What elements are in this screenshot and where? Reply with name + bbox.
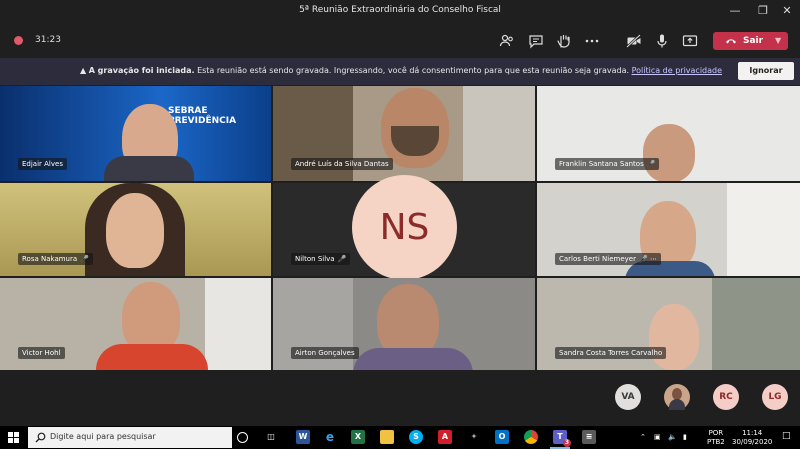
participant-video xyxy=(106,193,164,268)
language-indicator[interactable]: POR PTB2 xyxy=(707,429,725,447)
close-icon[interactable]: ✕ xyxy=(779,3,795,19)
more-icon[interactable]: ⋯ xyxy=(650,255,657,263)
maximize-icon[interactable]: ❐ xyxy=(755,3,771,19)
participant-name-label: Franklin Santana Santos 🎤 xyxy=(555,158,660,170)
more-icon[interactable] xyxy=(582,31,602,51)
minimize-icon[interactable]: — xyxy=(727,3,743,19)
participant-avatar[interactable]: LG xyxy=(762,384,788,410)
participant-video xyxy=(377,284,439,358)
microphone-icon: 🎤 xyxy=(639,255,648,263)
sharepoint-icon[interactable]: ✦ xyxy=(467,430,481,444)
share-icon[interactable] xyxy=(680,31,700,51)
participant-avatar[interactable]: RC xyxy=(713,384,739,410)
participant-tile[interactable]: Rosa Nakamura 🎤 xyxy=(0,183,271,276)
clock-time: 11:14 xyxy=(742,429,763,437)
participant-name-label: André Luís da Silva Dantas xyxy=(291,158,393,170)
tray-chevron-icon[interactable]: ⌃ xyxy=(640,433,646,442)
participant-tile[interactable]: Airton Gonçalves xyxy=(273,278,535,370)
participant-tile[interactable]: André Luís da Silva Dantas xyxy=(273,86,535,181)
hang-up-icon xyxy=(726,39,736,44)
teams-icon[interactable]: T3 xyxy=(553,430,571,447)
ignore-button[interactable]: Ignorar xyxy=(738,62,794,80)
participant-name-label: Airton Gonçalves xyxy=(291,347,359,359)
chat-icon[interactable] xyxy=(526,31,546,51)
warning-icon: ▲ xyxy=(80,66,87,75)
excel-icon[interactable]: X xyxy=(351,430,365,444)
acrobat-icon[interactable]: A xyxy=(438,430,452,444)
participant-tile[interactable]: Sandra Costa Torres Carvalho xyxy=(537,278,800,370)
participant-name-label: Edjair Alves xyxy=(18,158,67,170)
window-title: 5ª Reunião Extraordinária do Conselho Fi… xyxy=(299,5,501,15)
participant-name-label: Nilton Silva 🎤 xyxy=(291,253,351,265)
participant-avatar[interactable]: VA xyxy=(615,384,641,410)
participant-tile[interactable]: Victor Hohl xyxy=(0,278,271,370)
chrome-icon[interactable] xyxy=(524,430,538,444)
sebrae-sign: SEBRAE PREVIDÊNCIA xyxy=(168,106,268,132)
language-line1: POR xyxy=(708,429,724,437)
recording-bold-text: A gravação foi iniciada. xyxy=(88,66,195,75)
speaker-icon[interactable]: 🔈 xyxy=(668,433,677,442)
title-bar: 5ª Reunião Extraordinária do Conselho Fi… xyxy=(0,0,800,24)
video-grid: SEBRAE PREVIDÊNCIA Edjair Alves André Lu… xyxy=(0,86,800,370)
sebrae-sign-line2: PREVIDÊNCIA xyxy=(168,116,237,126)
taskbar: Digite aqui para pesquisar ◫ W e X S A ✦… xyxy=(0,426,800,449)
recording-banner: ▲ A gravação foi iniciada. Esta reunião … xyxy=(0,58,800,85)
clock[interactable]: 11:14 30/09/2020 xyxy=(732,429,772,447)
sebrae-sign-line1: SEBRAE xyxy=(168,106,208,116)
recording-text: Esta reunião está sendo gravada. Ingress… xyxy=(197,66,630,75)
participant-avatar: NS xyxy=(352,175,457,280)
participant-video xyxy=(643,124,695,181)
leave-button-label: Sair xyxy=(743,36,764,46)
teams-badge: 3 xyxy=(563,439,571,447)
participant-name-label: Sandra Costa Torres Carvalho xyxy=(555,347,667,359)
participant-avatar[interactable] xyxy=(664,384,690,410)
participant-name-label: Carlos Berti Niemeyer 🎤 ⋯ xyxy=(555,253,661,265)
participants-icon[interactable] xyxy=(497,31,517,51)
microphone-icon: 🎤 xyxy=(80,255,89,263)
privacy-policy-link[interactable]: Política de privacidade xyxy=(632,66,722,75)
task-view-icon[interactable]: ◫ xyxy=(264,430,278,444)
leave-button[interactable]: Sair ▼ xyxy=(713,32,788,50)
clock-date: 30/09/2020 xyxy=(732,438,773,446)
notification-icon[interactable]: □ xyxy=(782,432,791,441)
recording-message: ▲ A gravação foi iniciada. Esta reunião … xyxy=(80,66,722,75)
file-explorer-icon[interactable] xyxy=(380,430,394,444)
participant-name-label: Rosa Nakamura 🎤 xyxy=(18,253,93,265)
outlook-icon[interactable]: O xyxy=(495,430,509,444)
raise-hand-icon[interactable] xyxy=(554,31,574,51)
camera-off-icon[interactable] xyxy=(624,31,644,51)
search-icon xyxy=(35,432,46,443)
recording-indicator-icon xyxy=(14,36,23,45)
search-placeholder: Digite aqui para pesquisar xyxy=(50,432,156,441)
cortana-icon[interactable] xyxy=(237,432,248,443)
windows-start-icon[interactable] xyxy=(8,432,19,443)
participant-tile[interactable]: NS Nilton Silva 🎤 xyxy=(273,175,535,280)
battery-icon[interactable]: ▮ xyxy=(683,433,687,442)
microphone-icon[interactable] xyxy=(652,31,672,51)
edge-icon[interactable]: e xyxy=(323,430,337,444)
microphone-icon: 🎤 xyxy=(337,255,347,263)
network-icon[interactable]: ▣ xyxy=(654,433,661,442)
meeting-timer: 31:23 xyxy=(35,35,61,45)
participant-video xyxy=(649,304,699,370)
word-icon[interactable]: W xyxy=(296,430,310,444)
calculator-icon[interactable]: ≡ xyxy=(582,430,596,444)
participant-tile[interactable]: SEBRAE PREVIDÊNCIA Edjair Alves xyxy=(0,86,271,181)
participant-tile[interactable]: Franklin Santana Santos 🎤 xyxy=(537,86,800,181)
participant-tile[interactable]: Carlos Berti Niemeyer 🎤 ⋯ xyxy=(537,183,800,276)
language-line2: PTB2 xyxy=(707,438,725,446)
skype-icon[interactable]: S xyxy=(409,430,423,444)
taskbar-search[interactable]: Digite aqui para pesquisar xyxy=(28,427,232,448)
microphone-icon: 🎤 xyxy=(646,160,656,168)
meeting-control-bar: 31:23 Sair ▼ xyxy=(0,24,800,58)
chevron-down-icon[interactable]: ▼ xyxy=(775,32,781,50)
participant-name-label: Victor Hohl xyxy=(18,347,65,359)
